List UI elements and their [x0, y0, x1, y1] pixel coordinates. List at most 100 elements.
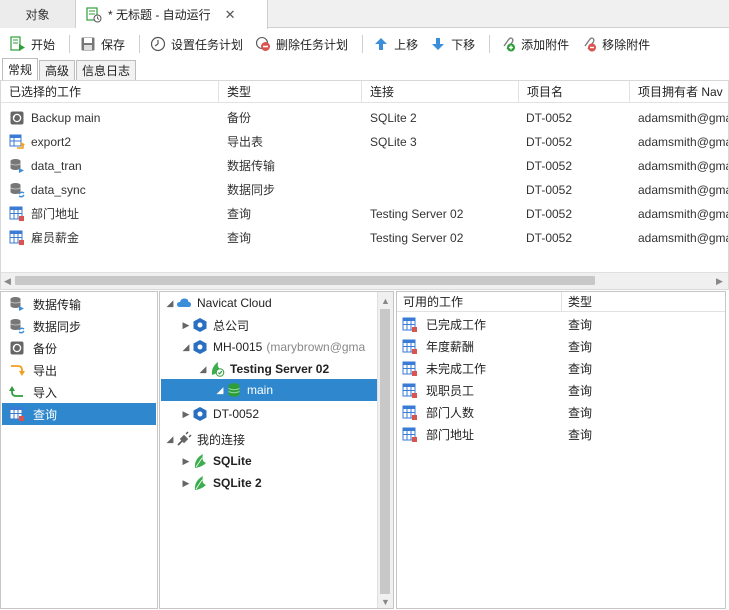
column-header-type[interactable]: 类型: [562, 292, 725, 312]
start-icon: [10, 36, 26, 52]
scroll-right-icon[interactable]: ▶: [716, 276, 723, 287]
available-job-name: 已完成工作: [426, 318, 487, 332]
table-row[interactable]: data_sync 数据同步 DT-0052 adamsmith@gma: [1, 178, 728, 202]
tab-general[interactable]: 常规: [2, 58, 39, 80]
tab-log[interactable]: 信息日志: [76, 60, 137, 80]
cell-name: 部门人数: [402, 402, 474, 424]
job-name: data_tran: [31, 159, 82, 173]
table-row[interactable]: 部门地址 查询 Testing Server 02 DT-0052 adamsmith@…: [1, 202, 728, 226]
query-icon: [9, 230, 25, 246]
subtab-bar: 常规 高级 信息日志: [2, 58, 137, 80]
column-header-job[interactable]: 已选择的工作: [1, 81, 219, 103]
list-item[interactable]: 部门地址 查询: [397, 424, 725, 446]
expanded-icon[interactable]: ◢: [180, 342, 192, 353]
tree-node-testing-server[interactable]: ◢ Testing Server 02: [197, 358, 329, 380]
tree-label: 总公司: [213, 318, 250, 333]
cell-project: DT-0052: [526, 207, 573, 221]
set-schedule-button[interactable]: 设置任务计划: [146, 31, 247, 57]
tab-automation-label: * 无标题 - 自动运行: [108, 8, 211, 22]
toolbar-divider: [362, 35, 364, 53]
scrollbar-thumb[interactable]: [380, 309, 390, 594]
collapsed-icon[interactable]: ▶: [180, 478, 192, 489]
table-row[interactable]: export2 导出表 SQLite 3 DT-0052 adamsmith@gma: [1, 130, 728, 154]
export-icon: [9, 362, 25, 378]
sqlite-connection-icon: [209, 361, 225, 377]
table-row[interactable]: Backup main 备份 SQLite 2 DT-0052 adamsmith@gm…: [1, 106, 728, 130]
start-label: 开始: [31, 37, 56, 52]
column-header-project[interactable]: 项目名: [519, 81, 630, 103]
move-up-button[interactable]: 上移: [369, 31, 422, 57]
save-button[interactable]: 保存: [76, 31, 129, 57]
export-icon: [9, 134, 25, 150]
plug-icon: [176, 431, 192, 447]
category-item[interactable]: 导出: [2, 359, 156, 381]
cell-connection: Testing Server 02: [370, 207, 464, 221]
remove-attachment-button[interactable]: 移除附件: [577, 31, 654, 57]
category-item[interactable]: 备份: [2, 337, 156, 359]
list-item[interactable]: 部门人数 查询: [397, 402, 725, 424]
tree-node-hq[interactable]: ▶ 总公司: [180, 314, 249, 336]
data-sync-icon: [9, 182, 25, 198]
category-label: 查询: [33, 407, 58, 422]
save-label: 保存: [101, 37, 126, 52]
column-header-connection[interactable]: 连接: [362, 81, 519, 103]
tree-node-my-connections[interactable]: ◢ 我的连接: [164, 428, 245, 450]
expanded-icon[interactable]: ◢: [197, 364, 209, 375]
query-icon: [9, 406, 25, 422]
tree-node-sqlite[interactable]: ▶ SQLite: [180, 450, 252, 472]
list-item[interactable]: 现职员工 查询: [397, 380, 725, 402]
list-item[interactable]: 已完成工作 查询: [397, 314, 725, 336]
collapsed-icon[interactable]: ▶: [180, 409, 192, 420]
column-header-type[interactable]: 类型: [219, 81, 362, 103]
expanded-icon[interactable]: ◢: [164, 298, 176, 309]
tab-advanced[interactable]: 高级: [39, 60, 76, 80]
cell-name: 年度薪酬: [402, 336, 474, 358]
scrollbar-thumb[interactable]: [15, 276, 595, 285]
arrow-up-icon: [373, 36, 389, 52]
cell-project: DT-0052: [526, 183, 573, 197]
scroll-left-icon[interactable]: ◀: [4, 276, 11, 287]
category-item[interactable]: 数据传输: [2, 293, 156, 315]
query-icon: [402, 427, 418, 443]
category-item[interactable]: 数据同步: [2, 315, 156, 337]
tree-node-mh-0015[interactable]: ◢ MH-0015 (marybrown@gma: [180, 336, 365, 358]
add-attachment-button[interactable]: 添加附件: [496, 31, 573, 57]
collapsed-icon[interactable]: ▶: [180, 456, 192, 467]
list-item[interactable]: 年度薪酬 查询: [397, 336, 725, 358]
tree-label: 我的连接: [197, 432, 246, 447]
tab-automation[interactable]: * 无标题 - 自动运行 ✕: [76, 0, 268, 29]
query-icon: [402, 339, 418, 355]
set-schedule-label: 设置任务计划: [171, 37, 244, 52]
move-down-button[interactable]: 下移: [426, 31, 479, 57]
cell-name: 部门地址: [402, 424, 474, 446]
column-header-owner[interactable]: 项目拥有者 Nav: [630, 81, 728, 103]
category-item[interactable]: 查询: [2, 403, 156, 425]
list-item[interactable]: 未完成工作 查询: [397, 358, 725, 380]
cell-name: 部门地址: [9, 202, 217, 226]
arrow-down-icon: [430, 36, 446, 52]
tree-node-navicat-cloud[interactable]: ◢ Navicat Cloud: [164, 292, 272, 314]
scroll-down-icon[interactable]: ▼: [381, 597, 390, 607]
start-button[interactable]: 开始: [6, 31, 59, 57]
collapsed-icon[interactable]: ▶: [180, 320, 192, 331]
tree-node-dt-0052[interactable]: ▶ DT-0052: [180, 403, 259, 425]
scroll-up-icon[interactable]: ▲: [381, 296, 390, 306]
close-icon[interactable]: ✕: [225, 7, 236, 23]
tab-general-label: 常规: [8, 63, 33, 77]
collapsed-icon[interactable]: ◢: [214, 385, 226, 396]
tree-node-main[interactable]: ◢ main: [214, 379, 273, 401]
category-item[interactable]: 导入: [2, 381, 156, 403]
table-row[interactable]: data_tran 数据传输 DT-0052 adamsmith@gma: [1, 154, 728, 178]
clock-icon: [150, 36, 166, 52]
cell-type: 查询: [227, 231, 252, 245]
column-header-available-job[interactable]: 可用的工作: [397, 292, 562, 312]
available-job-name: 部门人数: [426, 406, 475, 420]
tab-objects[interactable]: 对象: [0, 0, 76, 28]
available-job-name: 部门地址: [426, 428, 475, 442]
table-row[interactable]: 雇员薪金 查询 Testing Server 02 DT-0052 adamsmith@…: [1, 226, 728, 250]
tree-node-sqlite-2[interactable]: ▶ SQLite 2: [180, 472, 262, 494]
import-icon: [9, 384, 25, 400]
tree-label: DT-0052: [213, 407, 260, 421]
expanded-icon[interactable]: ◢: [164, 434, 176, 445]
delete-schedule-button[interactable]: 删除任务计划: [251, 31, 352, 57]
